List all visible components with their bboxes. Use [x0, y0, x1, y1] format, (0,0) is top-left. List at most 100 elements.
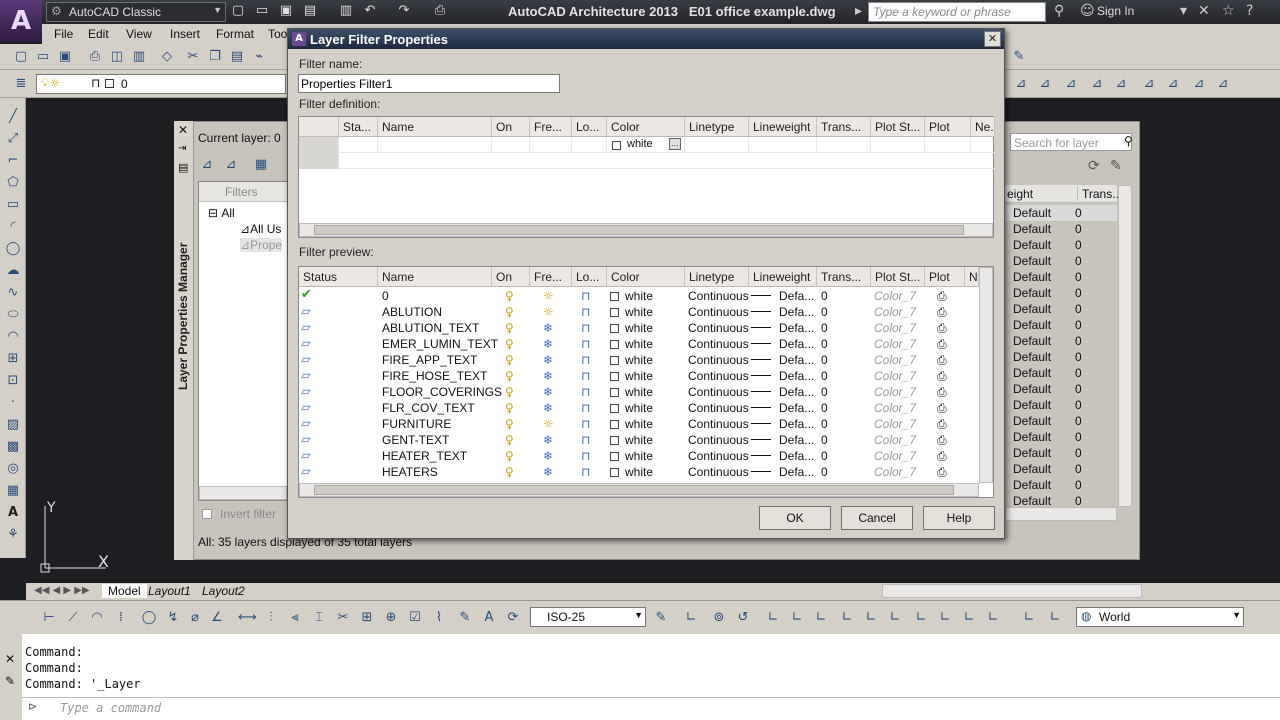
group-filter-icon[interactable]: ⊿: [222, 156, 240, 174]
frozen-icon[interactable]: ❄: [543, 369, 553, 383]
layer-row[interactable]: ▱ FIRE_HOSE_TEXT ♀ ❄ ⊓ white Continuous Defa...…: [299, 368, 979, 384]
filter-name-input[interactable]: [298, 74, 560, 93]
frozen-icon[interactable]: ❄: [543, 433, 553, 447]
ok-button[interactable]: OK: [759, 506, 831, 530]
color-swatch[interactable]: [610, 356, 619, 365]
help-button[interactable]: Help: [923, 506, 995, 530]
exchange-icon[interactable]: ✕: [1198, 3, 1210, 19]
layer-dropdown[interactable]: 💡︎☼ ⊓ 0: [36, 74, 286, 94]
add-selected-icon[interactable]: ⚘: [4, 526, 22, 544]
layer-list-row[interactable]: Default 0: [1005, 397, 1117, 413]
unlock-icon[interactable]: ⊓: [581, 465, 590, 479]
unlock-icon[interactable]: ⊓: [581, 433, 590, 447]
aligned-dim-icon[interactable]: ⟋: [64, 609, 82, 627]
prev-col-linetype[interactable]: Linetype: [685, 267, 749, 287]
thawed-sun-icon[interactable]: ☼: [543, 417, 554, 431]
layer-manager-icon[interactable]: ≣: [12, 75, 30, 93]
layer-tool-icon[interactable]: ⊿: [1088, 75, 1106, 93]
definition-horizontal-scrollbar[interactable]: [299, 223, 993, 237]
radius-icon[interactable]: ◯: [140, 609, 158, 627]
ucs-icon[interactable]: ⊚: [710, 609, 728, 627]
printer-icon[interactable]: ⎙: [937, 433, 947, 448]
color-swatch[interactable]: [610, 308, 619, 317]
unlock-icon[interactable]: ⊓: [581, 449, 590, 463]
cancel-button[interactable]: Cancel: [841, 506, 913, 530]
frozen-icon[interactable]: ❄: [543, 385, 553, 399]
ellipse-icon[interactable]: ⬭: [4, 306, 22, 324]
definition-row-empty[interactable]: [299, 153, 995, 169]
3d-icon[interactable]: ◇: [158, 48, 176, 66]
help-icon[interactable]: ?: [1246, 3, 1253, 19]
plot-icon[interactable]: ▥: [338, 3, 354, 19]
line-icon[interactable]: ╱: [4, 108, 22, 126]
ucs-dropdown[interactable]: ◍ World ▼: [1076, 607, 1244, 627]
layer-row[interactable]: ▱ FLOOR_COVERINGS ♀ ❄ ⊓ white Continuous Defa..…: [299, 384, 979, 400]
unlock-icon[interactable]: ⊓: [581, 401, 590, 415]
prev-col-lineweight[interactable]: Lineweight: [749, 267, 817, 287]
match-icon[interactable]: ⌁: [250, 48, 268, 66]
tab-layout1[interactable]: Layout1: [148, 584, 191, 598]
ucs-icon[interactable]: ∟: [838, 609, 856, 627]
layer-row[interactable]: ▱ HEATER_TEXT ♀ ❄ ⊓ white Continuous Defa... 0 Co…: [299, 448, 979, 464]
make-block-icon[interactable]: ⊡: [4, 372, 22, 390]
layer-tool-icon[interactable]: ⊿: [1164, 75, 1182, 93]
color-swatch[interactable]: [610, 324, 619, 333]
polyline-icon[interactable]: ⌐: [4, 152, 22, 170]
layer-row[interactable]: ▱ HEATERS ♀ ❄ ⊓ white Continuous Defa... 0 Color_…: [299, 464, 979, 480]
layer-tool-icon[interactable]: ⊿: [1190, 75, 1208, 93]
layer-list-row[interactable]: Default 0: [1005, 253, 1117, 269]
close-icon[interactable]: ✕: [178, 123, 188, 137]
unlock-icon[interactable]: ⊓: [581, 289, 590, 303]
prev-col-transparency[interactable]: Trans...: [817, 267, 871, 287]
ucs-icon[interactable]: ∟: [682, 609, 700, 627]
def-col-status[interactable]: Sta...: [339, 117, 378, 137]
autohide-icon[interactable]: ⇥: [178, 143, 186, 154]
color-swatch[interactable]: [610, 436, 619, 445]
dim-text-edit-icon[interactable]: A: [480, 609, 498, 627]
layer-list-row[interactable]: Default 0: [1005, 285, 1117, 301]
color-cell[interactable]: white …: [607, 137, 685, 153]
sign-in-link[interactable]: Sign In: [1097, 4, 1134, 18]
ucs-icon[interactable]: ∟: [812, 609, 830, 627]
layer-list-row[interactable]: Default 0: [1005, 205, 1117, 221]
space-icon[interactable]: ⌶: [310, 609, 328, 627]
new-icon[interactable]: ▢: [230, 3, 246, 19]
layer-list-horizontal-scrollbar[interactable]: [1005, 507, 1117, 521]
new-icon[interactable]: ▢: [12, 48, 30, 66]
inspect-icon[interactable]: ☑: [406, 609, 424, 627]
def-col-plot[interactable]: Plot: [925, 117, 971, 137]
printer-icon[interactable]: ⎙: [937, 305, 947, 320]
layer-list-row[interactable]: Default 0: [1005, 381, 1117, 397]
prev-col-name[interactable]: Name: [378, 267, 492, 287]
gradient-icon[interactable]: ▩: [4, 438, 22, 456]
hatch-icon[interactable]: ▨: [4, 416, 22, 434]
lightbulb-icon[interactable]: ♀: [505, 433, 514, 447]
def-col-color[interactable]: Color: [607, 117, 685, 137]
color-swatch[interactable]: [610, 404, 619, 413]
layer-list-row[interactable]: Default 0: [1005, 413, 1117, 429]
point-icon[interactable]: ·: [4, 394, 22, 412]
open-icon[interactable]: ▭: [34, 48, 52, 66]
layer-list-row[interactable]: Default 0: [1005, 221, 1117, 237]
dim-style-icon[interactable]: ✎: [652, 609, 670, 627]
menu-view[interactable]: View: [126, 27, 152, 41]
layer-list-row[interactable]: Default 0: [1005, 317, 1117, 333]
spline-icon[interactable]: ∿: [4, 284, 22, 302]
layer-row[interactable]: ▱ FIRE_APP_TEXT ♀ ❄ ⊓ white Continuous Defa... 0…: [299, 352, 979, 368]
cut-icon[interactable]: ✂: [184, 48, 202, 66]
layer-row[interactable]: ✔ 0 ♀ ☼ ⊓ white Continuous Defa... 0 Color_7 ⎙: [299, 287, 979, 304]
layer-tool-icon[interactable]: ⊿: [1062, 75, 1080, 93]
search-icon[interactable]: ⚲: [1124, 134, 1133, 148]
close-button[interactable]: ✕: [984, 31, 1001, 47]
printer-icon[interactable]: ⎙: [937, 337, 947, 352]
color-swatch[interactable]: [610, 452, 619, 461]
layer-list-row[interactable]: Default 0: [1005, 333, 1117, 349]
menu-edit[interactable]: Edit: [88, 27, 109, 41]
def-col-linetype[interactable]: Linetype: [685, 117, 749, 137]
scroll-thumb[interactable]: [314, 485, 954, 495]
invert-filter-checkbox[interactable]: Invert filter: [202, 507, 276, 521]
ucs-icon[interactable]: ∟: [1020, 609, 1038, 627]
diameter-icon[interactable]: ⌀: [186, 609, 204, 627]
unlock-icon[interactable]: ⊓: [581, 337, 590, 351]
def-col-lineweight[interactable]: Lineweight: [749, 117, 817, 137]
